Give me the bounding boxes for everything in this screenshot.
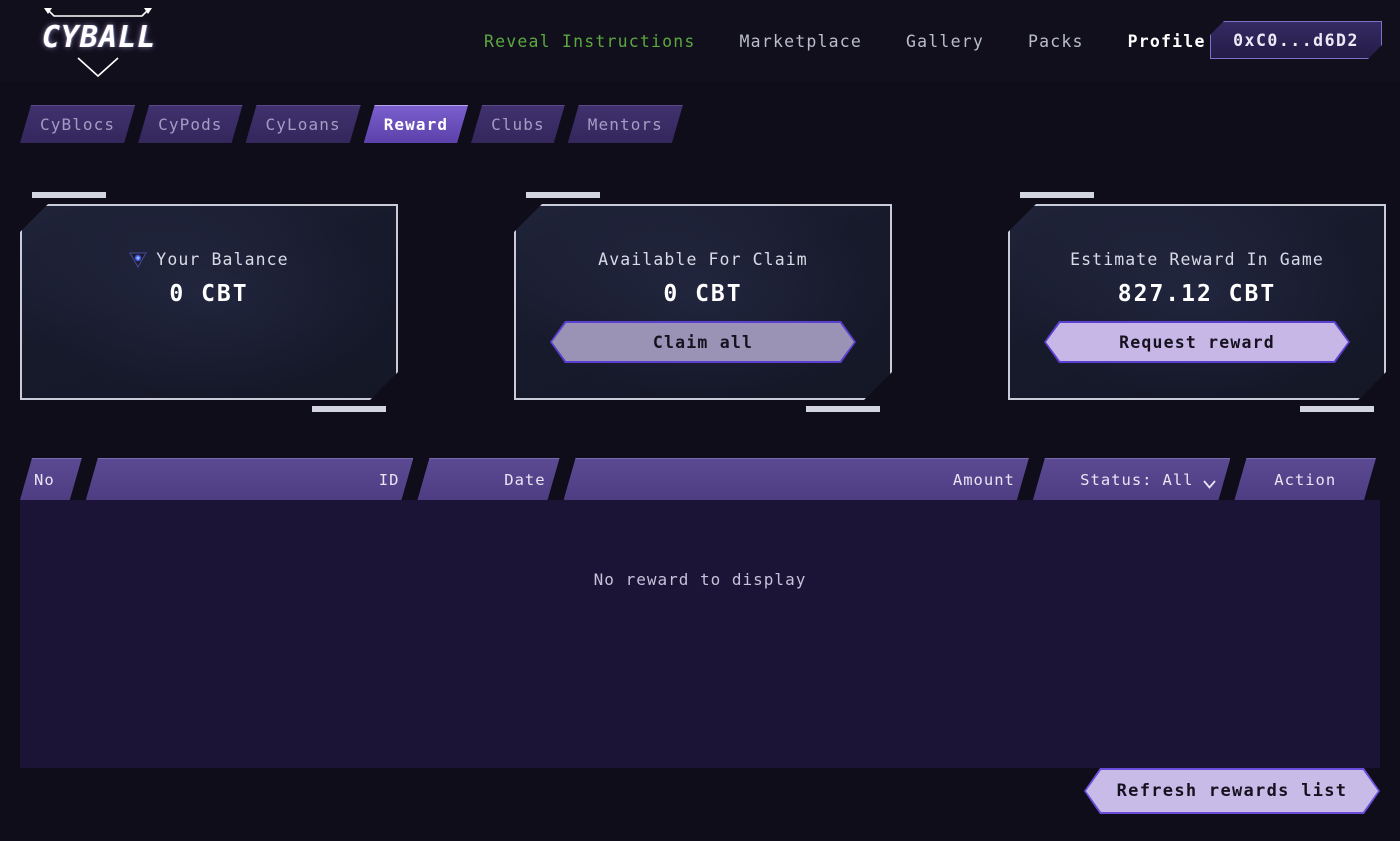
- cbt-token-icon: [129, 252, 148, 268]
- nav-item-packs[interactable]: Packs: [1006, 32, 1106, 51]
- your-balance-card: Your Balance 0 CBT: [20, 192, 398, 412]
- logo-text: CYBALL: [41, 20, 157, 55]
- nav-item-marketplace[interactable]: Marketplace: [718, 32, 884, 51]
- nav-item-profile[interactable]: Profile: [1106, 32, 1228, 51]
- footer-actions: Refresh rewards list: [0, 770, 1400, 822]
- claim-all-button-wrap: Claim all: [552, 323, 854, 361]
- rewards-table: No ID Date Amount Status: All Action No …: [20, 458, 1380, 768]
- empty-state-message: No reward to display: [593, 570, 807, 589]
- table-body: No reward to display: [20, 500, 1380, 768]
- card-accent-top-left: [1020, 192, 1094, 198]
- card-accent-top-left: [32, 192, 106, 198]
- tab-cyblocs[interactable]: CyBlocs: [20, 105, 135, 143]
- chevron-down-icon: [1203, 475, 1216, 484]
- column-header-amount: Amount: [564, 458, 1029, 500]
- tab-mentors[interactable]: Mentors: [568, 105, 683, 143]
- logo-chevron-icon: [77, 57, 119, 78]
- column-header-id: ID: [86, 458, 414, 500]
- card-title-row: Estimate Reward In Game: [1070, 250, 1324, 269]
- column-header-date: Date: [417, 458, 559, 500]
- tab-clubs[interactable]: Clubs: [471, 105, 565, 143]
- tab-cyloans[interactable]: CyLoans: [246, 105, 361, 143]
- table-header-row: No ID Date Amount Status: All Action: [20, 458, 1380, 500]
- status-filter-dropdown[interactable]: Status: All: [1033, 458, 1231, 500]
- estimate-reward-card: Estimate Reward In Game 827.12 CBT Reque…: [1008, 192, 1386, 412]
- available-value: 0 CBT: [663, 281, 743, 307]
- refresh-rewards-list-button[interactable]: Refresh rewards list: [1086, 770, 1378, 812]
- estimate-value: 827.12 CBT: [1117, 281, 1277, 307]
- request-reward-button-wrap: Request reward: [1046, 323, 1348, 361]
- card-title-row: Your Balance: [129, 250, 288, 269]
- tab-cypods[interactable]: CyPods: [138, 105, 242, 143]
- status-filter-value: All: [1162, 470, 1194, 489]
- tab-reward[interactable]: Reward: [364, 105, 468, 143]
- top-header: CYBALL Reveal Instructions Marketplace G…: [0, 0, 1400, 82]
- profile-tab-bar: CyBlocs CyPods CyLoans Reward Clubs Ment…: [20, 105, 686, 143]
- card-title-label: Estimate Reward In Game: [1070, 250, 1324, 269]
- cyball-logo[interactable]: CYBALL: [24, 4, 174, 78]
- card-accent-top-left: [526, 192, 600, 198]
- nav-item-reveal-instructions[interactable]: Reveal Instructions: [462, 32, 718, 51]
- nav-item-gallery[interactable]: Gallery: [884, 32, 1006, 51]
- summary-cards: Your Balance 0 CBT Available For Claim 0…: [0, 192, 1400, 412]
- wallet-address-button[interactable]: 0xC0...d6D2: [1210, 21, 1382, 59]
- available-for-claim-card: Available For Claim 0 CBT Claim all: [514, 192, 892, 412]
- card-accent-bottom-right: [1300, 406, 1374, 412]
- balance-value: 0 CBT: [169, 281, 249, 307]
- column-header-action: Action: [1234, 458, 1376, 500]
- column-header-no: No: [20, 458, 82, 500]
- card-accent-bottom-right: [806, 406, 880, 412]
- claim-all-button[interactable]: Claim all: [552, 323, 854, 361]
- request-reward-button[interactable]: Request reward: [1046, 323, 1348, 361]
- main-navigation: Reveal Instructions Marketplace Gallery …: [462, 0, 1228, 82]
- status-filter-label: Status:: [1080, 470, 1153, 489]
- card-title-label: Available For Claim: [598, 250, 808, 269]
- card-title-label: Your Balance: [156, 250, 289, 269]
- card-title-row: Available For Claim: [598, 250, 808, 269]
- card-accent-bottom-right: [312, 406, 386, 412]
- refresh-button-wrap: Refresh rewards list: [1086, 770, 1378, 812]
